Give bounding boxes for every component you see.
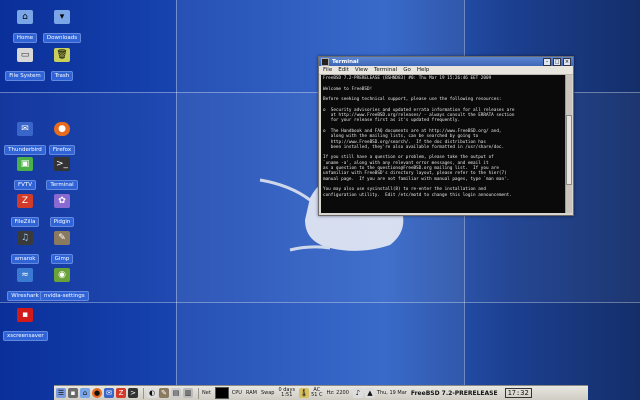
- terminal-scrollbar[interactable]: [565, 75, 572, 213]
- filezilla-icon: Z: [17, 194, 33, 208]
- desktop-icon-label: nvidia-settings: [40, 291, 89, 301]
- terminal-icon: [321, 57, 329, 66]
- desktop-icon-label: xscreensaver: [3, 331, 48, 341]
- date-display[interactable]: Thu, 19 Mar: [377, 390, 407, 396]
- network-icon[interactable]: ▲: [364, 388, 375, 398]
- desktop-icon-terminal[interactable]: >_ Terminal: [40, 157, 84, 190]
- terminal-icon: >_: [54, 157, 70, 171]
- uptime-display: 0 days 1:51: [278, 388, 295, 398]
- wireshark-icon: ≈: [17, 268, 33, 282]
- taskbar: ☰ ▪ ⌂ ● ✉ Z > ◐ ✎ ▤ ▥ Net CPU RAM Swap 0…: [54, 385, 588, 400]
- net-label: Net: [202, 390, 211, 396]
- thunderbird-icon[interactable]: ✉: [104, 388, 114, 398]
- desktop-icon-label: Trash: [50, 71, 74, 81]
- thermometer-icon: 🌡: [299, 388, 310, 398]
- wallpaper-line: [176, 0, 177, 400]
- temperature-display: AC 51 C: [311, 388, 322, 398]
- amarok-icon: ♫: [17, 231, 33, 245]
- terminal-output[interactable]: FreeBSD 7.2-PRERELEASE (BSHND83) #0: Thu…: [321, 75, 565, 213]
- desktop-icon-label: FVTV: [13, 180, 37, 190]
- gimp-icon: ✎: [54, 231, 70, 245]
- clock[interactable]: 17:32: [504, 388, 532, 398]
- desktop-icon-pidgin[interactable]: ✿ Pidgin: [40, 194, 84, 227]
- desktop-icon-label: Wireshark: [7, 291, 43, 301]
- desktop-icon-nvidia-settings[interactable]: ◉ nvidia-settings: [40, 268, 89, 301]
- maximize-button[interactable]: □: [553, 57, 561, 66]
- nvidia-settings-icon: ◉: [54, 268, 70, 282]
- menu-terminal[interactable]: Terminal: [374, 67, 397, 73]
- window-title: Terminal: [332, 58, 359, 65]
- volume-icon[interactable]: ♪: [352, 388, 363, 398]
- file-system-icon: ▭: [17, 48, 33, 62]
- fvtv-icon: ▣: [17, 157, 33, 171]
- terminal-titlebar[interactable]: Terminal – □ ×: [319, 57, 573, 66]
- desktop-icon-label: Downloads: [42, 33, 82, 43]
- xfce-menu-icon[interactable]: ☰: [56, 388, 66, 398]
- ram-label: RAM: [245, 390, 257, 396]
- cpu-label: CPU: [231, 390, 242, 396]
- desktop-icon-xscreensaver[interactable]: ▪ xscreensaver: [3, 308, 48, 341]
- terminal-window[interactable]: Terminal – □ × File Edit View Terminal G…: [318, 56, 574, 216]
- menu-edit[interactable]: Edit: [338, 67, 349, 73]
- filezilla-icon[interactable]: Z: [116, 388, 126, 398]
- uptime-hours: 1:51: [281, 392, 293, 398]
- show-desktop-icon[interactable]: ▪: [68, 388, 78, 398]
- thunderbird-icon: ✉: [17, 122, 33, 136]
- desktop-icon-label: Terminal: [46, 180, 78, 190]
- terminal-line: configuration utility. Edit /etc/motd to…: [323, 192, 512, 198]
- desktop-icon-downloads[interactable]: ▾ Downloads: [40, 10, 84, 43]
- desktop-icon-trash[interactable]: 🗑 Trash: [40, 48, 84, 81]
- trash-icon: 🗑: [54, 48, 70, 62]
- desktop-background: ⌂ Home ▾ Downloads ▭ File System 🗑 Trash…: [0, 0, 640, 400]
- firefox-icon: ●: [54, 122, 70, 136]
- cpu-frequency: Hz: 2200: [326, 390, 349, 396]
- home-folder-icon[interactable]: ⌂: [80, 388, 90, 398]
- desktop-icon-firefox[interactable]: ● Firefox: [40, 122, 84, 155]
- temp-value: 51 C: [311, 392, 323, 398]
- desktop-icon-label: File System: [5, 71, 45, 81]
- menu-view[interactable]: View: [355, 67, 368, 73]
- desktop-icon-label: FileZilla: [10, 217, 40, 227]
- desktop-icon-label: Pidgin: [49, 217, 75, 227]
- separator: [198, 387, 199, 399]
- window-list-icon[interactable]: ▥: [183, 388, 193, 398]
- menu-file[interactable]: File: [323, 67, 332, 73]
- separator: [143, 387, 144, 399]
- downloads-folder-icon: ▾: [54, 10, 70, 24]
- wallpaper-line: [0, 302, 640, 303]
- os-name: FreeBSD 7.2-PRERELEASE: [410, 389, 498, 397]
- desktop-icon-label: Firefox: [48, 145, 76, 155]
- close-button[interactable]: ×: [563, 57, 571, 66]
- menu-go[interactable]: Go: [403, 67, 411, 73]
- desktop-icon-label: Home: [12, 33, 38, 43]
- terminal-menubar: File Edit View Terminal Go Help: [319, 66, 573, 75]
- gimp-icon[interactable]: ✎: [159, 388, 169, 398]
- terminal-icon[interactable]: >: [128, 388, 138, 398]
- desktop-icon-label: Gimp: [50, 254, 74, 264]
- desktop-icon-gimp[interactable]: ✎ Gimp: [40, 231, 84, 264]
- scrollbar-thumb[interactable]: [566, 115, 572, 185]
- net-graph: [214, 387, 229, 399]
- firefox-icon[interactable]: ●: [92, 388, 102, 398]
- workspace-icon[interactable]: ▤: [171, 388, 181, 398]
- menu-help[interactable]: Help: [417, 67, 430, 73]
- xscreensaver-icon: ▪: [17, 308, 33, 322]
- desktop-icon-label: amarok: [10, 254, 40, 264]
- mouse-icon[interactable]: ◐: [147, 388, 157, 398]
- pidgin-icon: ✿: [54, 194, 70, 208]
- home-folder-icon: ⌂: [17, 10, 33, 24]
- minimize-button[interactable]: –: [543, 57, 551, 66]
- swap-label: Swap: [260, 390, 275, 396]
